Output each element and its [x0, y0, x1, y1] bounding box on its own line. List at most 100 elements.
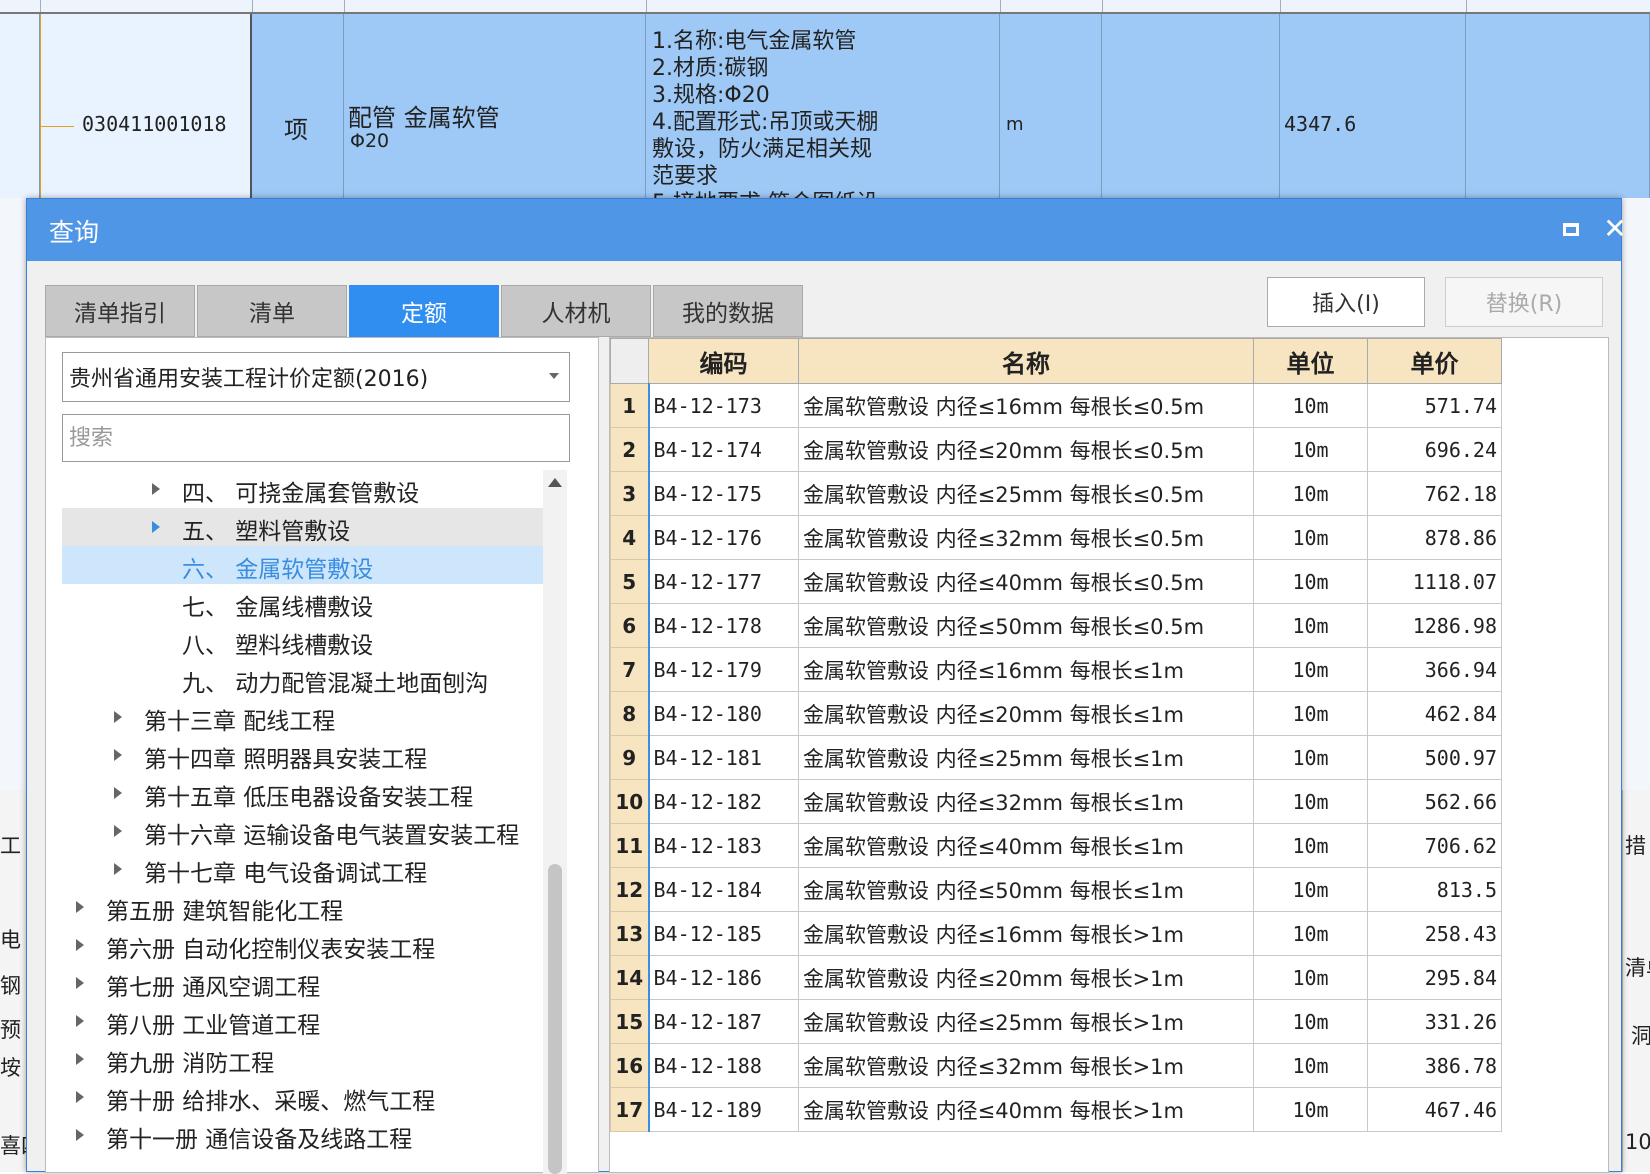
cell-code[interactable]: B4-12-180	[647, 691, 799, 736]
search-input[interactable]	[62, 414, 570, 462]
cell-name[interactable]: 金属软管敷设 内径≤32mm 每根长≤1m	[798, 779, 1254, 824]
cell-unit[interactable]: 10m	[1253, 427, 1368, 472]
tree-item[interactable]: 第六册 自动化控制仪表安装工程	[62, 926, 543, 964]
tree-item[interactable]: 八、 塑料线槽敷设	[62, 622, 543, 660]
expand-arrow-icon[interactable]	[76, 977, 84, 989]
cell-unit[interactable]: 10m	[1253, 823, 1368, 868]
table-row[interactable]: 2 B4-12-174 金属软管敷设 内径≤20mm 每根长≤0.5m 10m 696.…	[610, 427, 1502, 472]
cell-unit[interactable]: 10m	[1253, 867, 1368, 912]
cell-name[interactable]: 金属软管敷设 内径≤20mm 每根长≤0.5m	[798, 427, 1254, 472]
cell-unit[interactable]: 10m	[1253, 911, 1368, 956]
cell-unit[interactable]: 10m	[1253, 691, 1368, 736]
cell-price[interactable]: 813.5	[1367, 867, 1502, 912]
maximize-button[interactable]	[1553, 211, 1589, 247]
cell-code[interactable]: B4-12-181	[647, 735, 799, 780]
tab-my-data[interactable]: 我的数据	[653, 285, 803, 337]
table-row[interactable]: 17 B4-12-189 金属软管敷设 内径≤40mm 每根长>1m 10m 467.4…	[610, 1087, 1502, 1132]
table-row[interactable]: 3 B4-12-175 金属软管敷设 内径≤25mm 每根长≤0.5m 10m 762.…	[610, 471, 1502, 516]
expand-arrow-icon[interactable]	[76, 1129, 84, 1141]
tree-item-selected[interactable]: 六、 金属软管敷设	[62, 546, 543, 584]
expand-arrow-icon[interactable]	[114, 825, 122, 837]
column-header-unit[interactable]: 单位	[1253, 338, 1368, 384]
cell-unit[interactable]: 10m	[1253, 471, 1368, 516]
cell-code[interactable]: B4-12-184	[647, 867, 799, 912]
table-row[interactable]: 12 B4-12-184 金属软管敷设 内径≤50mm 每根长≤1m 10m 813.5	[610, 867, 1502, 912]
column-header-name[interactable]: 名称	[798, 338, 1254, 384]
cell-name[interactable]: 金属软管敷设 内径≤20mm 每根长≤1m	[798, 691, 1254, 736]
cell-unit[interactable]: 10m	[1253, 999, 1368, 1044]
quota-library-select[interactable]: 贵州省通用安装工程计价定额(2016)	[62, 352, 570, 402]
table-row[interactable]: 10 B4-12-182 金属软管敷设 内径≤32mm 每根长≤1m 10m 562.6…	[610, 779, 1502, 824]
tree-item[interactable]: 九、 动力配管混凝土地面刨沟	[62, 660, 543, 698]
tree-item[interactable]: 第十四章 照明器具安装工程	[62, 736, 543, 774]
cell-name[interactable]: 金属软管敷设 内径≤40mm 每根长≤1m	[798, 823, 1254, 868]
table-row[interactable]: 8 B4-12-180 金属软管敷设 内径≤20mm 每根长≤1m 10m 462.84	[610, 691, 1502, 736]
table-row[interactable]: 7 B4-12-179 金属软管敷设 内径≤16mm 每根长≤1m 10m 366.94	[610, 647, 1502, 692]
cell-code[interactable]: B4-12-189	[647, 1087, 799, 1132]
cell-name[interactable]: 金属软管敷设 内径≤40mm 每根长≤0.5m	[798, 559, 1254, 604]
scroll-up-icon[interactable]	[548, 478, 562, 487]
tab-quota[interactable]: 定额	[349, 285, 499, 337]
cell-price[interactable]: 462.84	[1367, 691, 1502, 736]
expand-arrow-icon[interactable]	[76, 901, 84, 913]
tree-scrollbar[interactable]	[543, 470, 567, 1174]
tree-item[interactable]: 第七册 通风空调工程	[62, 964, 543, 1002]
cell-unit[interactable]: 10m	[1253, 603, 1368, 648]
cell-price[interactable]: 878.86	[1367, 515, 1502, 560]
table-row[interactable]: 1 B4-12-173 金属软管敷设 内径≤16mm 每根长≤0.5m 10m 571.…	[610, 383, 1502, 428]
cell-code[interactable]: B4-12-175	[647, 471, 799, 516]
cell-unit[interactable]: 10m	[1253, 647, 1368, 692]
cell-price[interactable]: 467.46	[1367, 1087, 1502, 1132]
expand-arrow-icon[interactable]	[114, 787, 122, 799]
tree-item[interactable]: 第十五章 低压电器设备安装工程	[62, 774, 543, 812]
expand-arrow-icon[interactable]	[76, 939, 84, 951]
close-button[interactable]: ✕	[1597, 211, 1633, 247]
cell-code[interactable]: B4-12-177	[647, 559, 799, 604]
cell-name[interactable]: 金属软管敷设 内径≤50mm 每根长≤1m	[798, 867, 1254, 912]
cell-code[interactable]: B4-12-174	[647, 427, 799, 472]
cell-name[interactable]: 金属软管敷设 内径≤20mm 每根长>1m	[798, 955, 1254, 1000]
cell-code[interactable]: B4-12-173	[647, 383, 799, 428]
table-row[interactable]: 16 B4-12-188 金属软管敷设 内径≤32mm 每根长>1m 10m 386.7…	[610, 1043, 1502, 1088]
cell-code[interactable]: B4-12-185	[647, 911, 799, 956]
tree-item[interactable]: 第五册 建筑智能化工程	[62, 888, 543, 926]
cell-price[interactable]: 1286.98	[1367, 603, 1502, 648]
cell-unit[interactable]: 10m	[1253, 383, 1368, 428]
table-row[interactable]: 14 B4-12-186 金属软管敷设 内径≤20mm 每根长>1m 10m 295.8…	[610, 955, 1502, 1000]
tree-item[interactable]: 第十六章 运输设备电气装置安装工程	[62, 812, 543, 850]
cell-unit[interactable]: 10m	[1253, 515, 1368, 560]
expand-arrow-icon[interactable]	[76, 1091, 84, 1103]
expand-arrow-icon[interactable]	[152, 483, 160, 495]
cell-name[interactable]: 金属软管敷设 内径≤25mm 每根长>1m	[798, 999, 1254, 1044]
tree-item[interactable]: 第八册 工业管道工程	[62, 1002, 543, 1040]
cell-name[interactable]: 金属软管敷设 内径≤50mm 每根长≤0.5m	[798, 603, 1254, 648]
cell-unit[interactable]: 10m	[1253, 735, 1368, 780]
table-row[interactable]: 5 B4-12-177 金属软管敷设 内径≤40mm 每根长≤0.5m 10m 1118…	[610, 559, 1502, 604]
cell-code[interactable]: B4-12-182	[647, 779, 799, 824]
cell-price[interactable]: 706.62	[1367, 823, 1502, 868]
cell-price[interactable]: 366.94	[1367, 647, 1502, 692]
tab-bill-guide[interactable]: 清单指引	[45, 285, 195, 337]
table-row[interactable]: 6 B4-12-178 金属软管敷设 内径≤50mm 每根长≤0.5m 10m 1286…	[610, 603, 1502, 648]
tab-bill[interactable]: 清单	[197, 285, 347, 337]
cell-code[interactable]: B4-12-188	[647, 1043, 799, 1088]
cell-code[interactable]: B4-12-186	[647, 955, 799, 1000]
cell-price[interactable]: 762.18	[1367, 471, 1502, 516]
tree-item[interactable]: 第十七章 电气设备调试工程	[62, 850, 543, 888]
cell-unit[interactable]: 10m	[1253, 779, 1368, 824]
column-header-code[interactable]: 编码	[648, 338, 799, 384]
table-row[interactable]: 13 B4-12-185 金属软管敷设 内径≤16mm 每根长>1m 10m 258.4…	[610, 911, 1502, 956]
cell-price[interactable]: 295.84	[1367, 955, 1502, 1000]
table-row[interactable]: 9 B4-12-181 金属软管敷设 内径≤25mm 每根长≤1m 10m 500.97	[610, 735, 1502, 780]
tab-labor-material-machine[interactable]: 人材机	[501, 285, 651, 337]
cell-name[interactable]: 金属软管敷设 内径≤25mm 每根长≤1m	[798, 735, 1254, 780]
background-selected-row[interactable]: 030411001018 项 配管 金属软管 Φ20 1.名称:电气金属软管 2…	[0, 12, 1650, 200]
chevron-down-icon[interactable]	[549, 373, 559, 379]
cell-unit[interactable]: 10m	[1253, 1043, 1368, 1088]
tree-item[interactable]: 第九册 消防工程	[62, 1040, 543, 1078]
cell-price[interactable]: 571.74	[1367, 383, 1502, 428]
cell-code[interactable]: B4-12-183	[647, 823, 799, 868]
expand-arrow-icon[interactable]	[152, 521, 160, 533]
cell-name[interactable]: 金属软管敷设 内径≤32mm 每根长≤0.5m	[798, 515, 1254, 560]
expand-arrow-icon[interactable]	[76, 1015, 84, 1027]
